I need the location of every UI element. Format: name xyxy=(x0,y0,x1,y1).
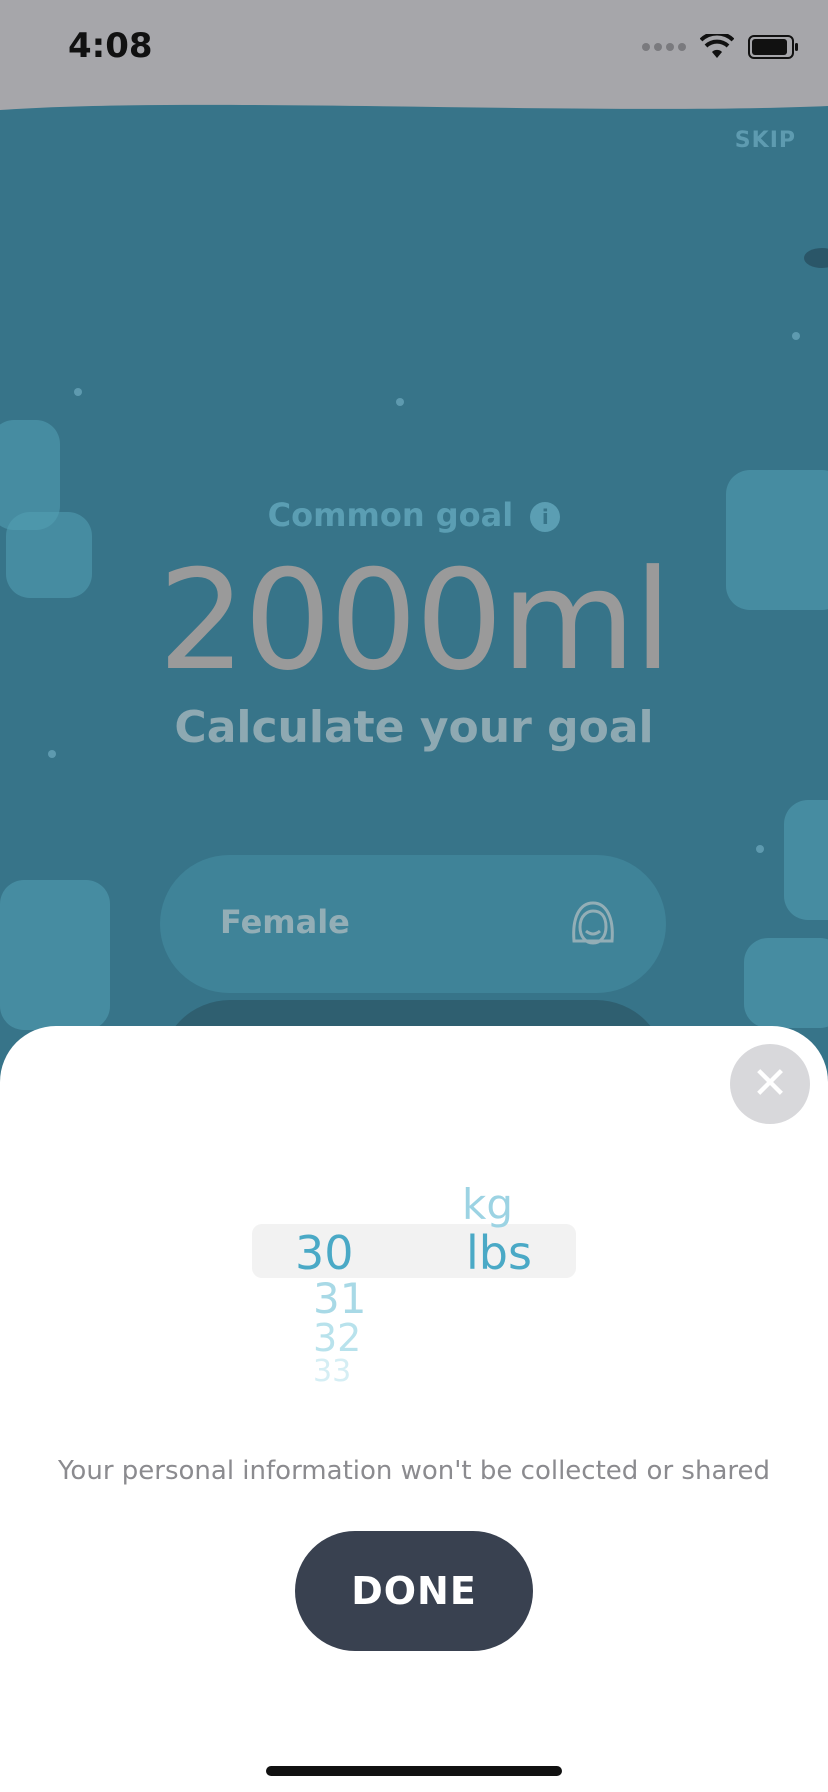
ice-cube-decoration xyxy=(784,800,828,920)
weight-option[interactable]: 33 xyxy=(313,1354,351,1389)
privacy-notice: Your personal information won't be colle… xyxy=(58,1456,770,1486)
status-time: 4:08 xyxy=(68,26,153,66)
bubble-decoration xyxy=(792,332,800,340)
weight-picker-sheet: ✕ kg 30 lbs 31 32 33 Your personal infor… xyxy=(0,1026,828,1792)
bubble-decoration xyxy=(396,398,404,406)
goal-value: 2000ml xyxy=(158,540,672,701)
weight-option-selected[interactable]: 30 xyxy=(295,1226,354,1280)
close-button[interactable]: ✕ xyxy=(730,1044,810,1124)
home-indicator xyxy=(266,1766,562,1776)
unit-option-kg[interactable]: kg xyxy=(462,1180,513,1229)
gender-label: Female xyxy=(220,903,350,941)
whale-decoration xyxy=(804,248,828,268)
bubble-decoration xyxy=(756,845,764,853)
wave-divider xyxy=(0,104,828,136)
gender-selector[interactable]: Female xyxy=(160,855,666,993)
done-button[interactable]: DONE xyxy=(295,1531,533,1651)
bubble-decoration xyxy=(74,388,82,396)
ice-cube-decoration xyxy=(744,938,828,1028)
female-avatar-icon xyxy=(572,901,614,945)
signal-icon xyxy=(642,43,686,51)
skip-button[interactable]: SKIP xyxy=(735,128,796,153)
unit-option-selected[interactable]: lbs xyxy=(466,1226,532,1280)
wifi-icon xyxy=(700,34,734,58)
common-goal-label: Common goal i xyxy=(0,496,828,534)
info-icon[interactable]: i xyxy=(530,502,561,532)
common-goal-text: Common goal xyxy=(267,496,514,534)
calculate-goal-title: Calculate your goal xyxy=(174,702,654,753)
battery-icon xyxy=(748,35,798,59)
ice-cube-decoration xyxy=(0,880,110,1030)
status-icons xyxy=(642,34,798,60)
